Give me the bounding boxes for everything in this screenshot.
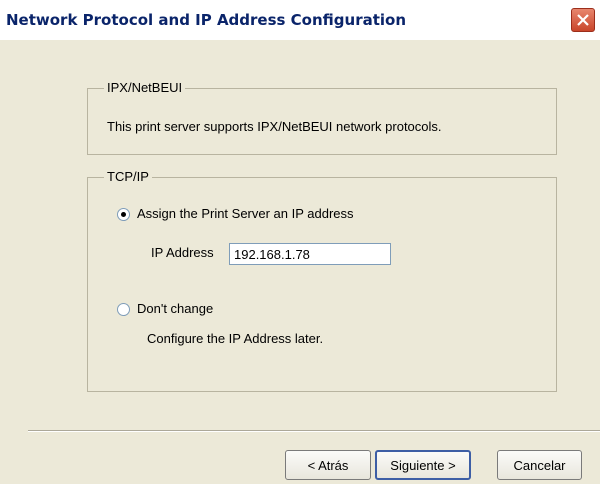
ipx-description: This print server supports IPX/NetBEUI n…	[107, 119, 442, 134]
title-bar: Network Protocol and IP Address Configur…	[0, 0, 600, 40]
close-icon	[577, 14, 589, 26]
dont-change-radio[interactable]	[117, 303, 130, 316]
assign-ip-radio[interactable]	[117, 208, 130, 221]
ip-address-input[interactable]	[229, 243, 391, 265]
back-button[interactable]: < Atrás	[285, 450, 371, 480]
ip-address-label: IP Address	[151, 245, 214, 260]
button-separator	[28, 430, 600, 432]
radio-selected-dot	[121, 212, 126, 217]
close-button[interactable]	[571, 8, 595, 32]
dont-change-label[interactable]: Don't change	[137, 301, 213, 316]
tcpip-group-label: TCP/IP	[104, 169, 152, 184]
assign-ip-label[interactable]: Assign the Print Server an IP address	[137, 206, 354, 221]
bottom-edge	[0, 484, 600, 489]
cancel-button[interactable]: Cancelar	[497, 450, 582, 480]
ipx-group-label: IPX/NetBEUI	[104, 80, 186, 95]
configure-later-note: Configure the IP Address later.	[147, 331, 324, 346]
window-title: Network Protocol and IP Address Configur…	[6, 11, 407, 29]
next-button[interactable]: Siguiente >	[375, 450, 471, 480]
